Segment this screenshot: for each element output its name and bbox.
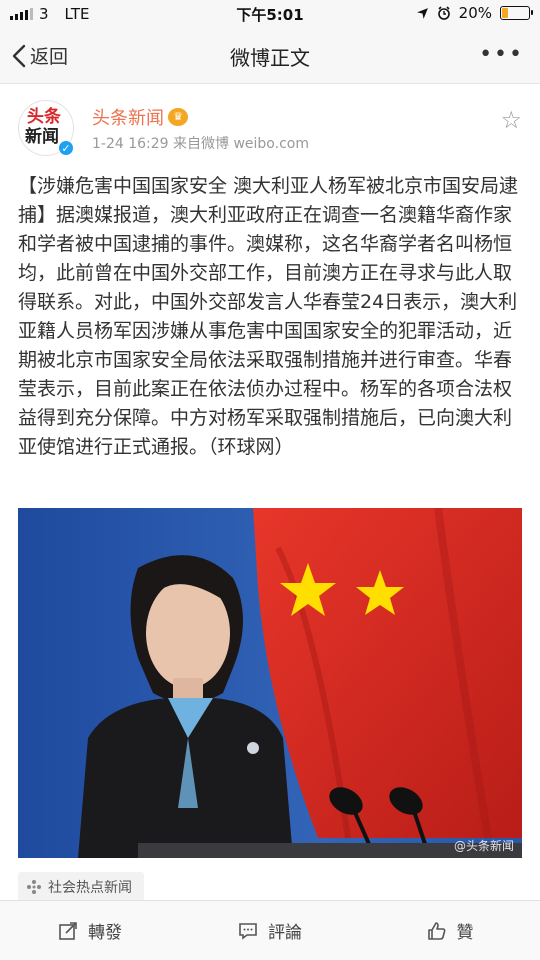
bottom-toolbar: 轉發 評論 贊 xyxy=(0,900,540,960)
post-meta: 1-24 16:29 来自微博 weibo.com xyxy=(92,136,309,152)
page-title: 微博正文 xyxy=(230,46,310,70)
post-body: 【涉嫌危害中国国家安全 澳大利亚人杨军被北京市国安局逮捕】据澳媒报道，澳大利亚政… xyxy=(18,175,519,458)
nav-bar: 返回 微博正文 ••• xyxy=(0,28,540,84)
thumbs-up-icon xyxy=(427,921,445,940)
avatar-text-top: 头条 xyxy=(27,107,61,127)
comment-icon xyxy=(239,922,257,940)
status-right: 20% xyxy=(416,4,533,22)
repost-button[interactable]: 轉發 xyxy=(0,901,180,960)
repost-label: 轉發 xyxy=(88,923,122,943)
avatar-text-bottom: 新闻 xyxy=(25,127,59,147)
image-watermark: @头条新闻 xyxy=(453,839,514,853)
vip-crown-icon: ♛ xyxy=(168,108,188,126)
location-icon xyxy=(416,7,428,19)
post-header: 头条 新闻 ✓ 头条新闻 ♛ 1-24 16:29 来自微博 weibo.com… xyxy=(0,98,540,162)
comment-label: 評論 xyxy=(268,923,302,943)
like-label: 贊 xyxy=(456,923,474,943)
comment-button[interactable]: 評論 xyxy=(180,901,360,960)
topic-icon xyxy=(27,880,41,894)
more-button[interactable]: ••• xyxy=(479,42,524,67)
topic-label: 社会热点新闻 xyxy=(48,880,132,896)
status-bar: 3 LTE 下午5:01 20% xyxy=(0,0,540,28)
verified-badge-icon: ✓ xyxy=(58,140,74,156)
like-button[interactable]: 贊 xyxy=(360,901,540,960)
favorite-star-icon[interactable]: ☆ xyxy=(500,106,522,134)
repost-icon xyxy=(59,921,77,940)
author-name: 头条新闻 xyxy=(92,108,164,129)
alarm-icon xyxy=(437,6,450,20)
battery-icon xyxy=(500,6,533,20)
press-conference-photo xyxy=(18,508,522,858)
author-name-row[interactable]: 头条新闻 ♛ xyxy=(92,104,188,130)
post-image[interactable]: @头条新闻 xyxy=(18,508,522,858)
battery-percent: 20% xyxy=(458,4,492,22)
topic-tag[interactable]: 社会热点新闻 xyxy=(18,872,144,902)
